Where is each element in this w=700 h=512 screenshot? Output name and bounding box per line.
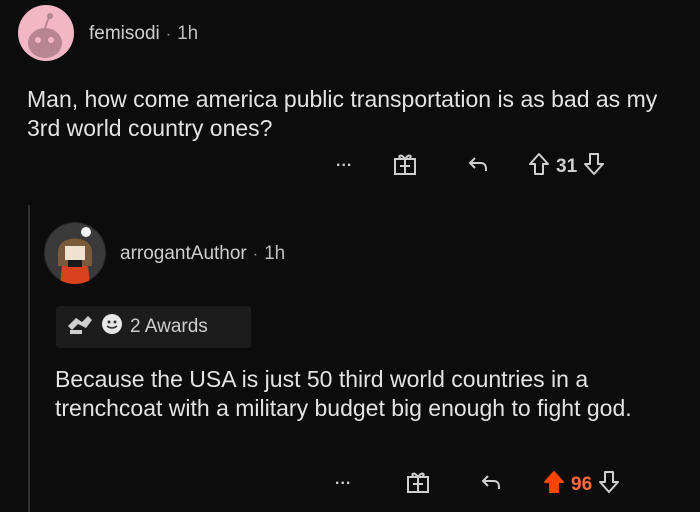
- post-username[interactable]: femisodi: [89, 23, 160, 44]
- upvote-icon[interactable]: [528, 152, 550, 181]
- reply-more-button[interactable]: ...: [335, 471, 351, 489]
- snoo-avatar-icon: [28, 13, 62, 58]
- reply-body: Because the USA is just 50 third world c…: [55, 366, 632, 421]
- awards-badge[interactable]: 2 Awards: [56, 306, 251, 348]
- post-more-button[interactable]: ...: [336, 153, 352, 171]
- reply-score: 96: [571, 473, 593, 495]
- character-avatar-icon: [45, 223, 105, 284]
- reply-actions: ... 96: [335, 469, 620, 500]
- downvote-icon[interactable]: [598, 470, 620, 499]
- reply-header: arrogantAuthor · 1h: [120, 243, 285, 265]
- reply-avatar[interactable]: [44, 222, 106, 284]
- thread-line[interactable]: [28, 205, 30, 512]
- avatar[interactable]: [18, 5, 74, 61]
- downvote-icon[interactable]: [583, 152, 605, 181]
- reply-icon[interactable]: [466, 152, 490, 181]
- reply-time: 1h: [264, 243, 286, 264]
- reply-username[interactable]: arrogantAuthor: [120, 243, 247, 264]
- award-icon: [66, 312, 96, 342]
- awards-label: 2 Awards: [130, 316, 208, 337]
- post-body: Man, how come america public transportat…: [27, 86, 658, 141]
- reply-icon[interactable]: [479, 470, 503, 499]
- post-header: femisodi · 1h: [89, 23, 198, 45]
- reply-separator: ·: [252, 246, 259, 263]
- upvote-icon[interactable]: [543, 470, 565, 499]
- gift-icon[interactable]: [392, 151, 418, 182]
- award-face-icon: [100, 312, 124, 342]
- post-time: 1h: [177, 23, 199, 44]
- post-score: 31: [556, 155, 578, 177]
- post-actions: ... 31: [336, 151, 605, 182]
- gift-icon[interactable]: [405, 469, 431, 500]
- post-separator: ·: [165, 26, 172, 43]
